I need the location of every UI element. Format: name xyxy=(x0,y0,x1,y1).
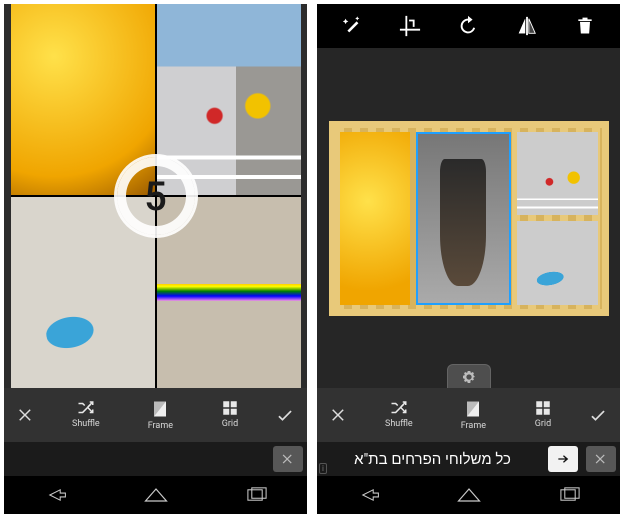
close-icon xyxy=(17,406,35,424)
grid-label: Grid xyxy=(222,419,238,429)
editor-canvas xyxy=(317,48,620,388)
grid-label: Grid xyxy=(535,419,551,429)
close-icon xyxy=(594,452,608,466)
magic-wand-button[interactable] xyxy=(332,6,372,46)
confirm-button[interactable] xyxy=(263,405,307,425)
frame-icon xyxy=(151,399,169,419)
editor-toolbar xyxy=(317,4,620,48)
flip-horizontal-icon xyxy=(515,15,539,37)
countdown-value: 5 xyxy=(144,173,167,220)
ad-bar xyxy=(4,442,307,476)
phone-screen-editor: Shuffle Frame Grid i כל משלוחי הפרחים בת… xyxy=(317,4,620,514)
trash-icon xyxy=(575,15,595,37)
shuffle-icon xyxy=(75,399,97,417)
nav-recent-button[interactable] xyxy=(545,482,595,508)
ad-bar: i כל משלוחי הפרחים בת"א xyxy=(317,442,620,476)
shuffle-label: Shuffle xyxy=(385,419,413,429)
close-icon xyxy=(281,452,295,466)
arrow-right-icon xyxy=(555,452,571,466)
nav-home-button[interactable] xyxy=(444,482,494,508)
collage-board[interactable] xyxy=(329,121,609,316)
collage-4up[interactable]: 5 xyxy=(11,4,301,388)
grid-icon xyxy=(221,399,239,417)
delete-button[interactable] xyxy=(565,6,605,46)
phone-screen-collage-picker: 5 Shuffle Frame Grid xyxy=(4,4,307,514)
nav-back-button[interactable] xyxy=(343,482,393,508)
rotate-icon xyxy=(457,15,479,37)
magic-wand-icon xyxy=(341,15,363,37)
cancel-button[interactable] xyxy=(4,406,48,424)
settings-pull-tab[interactable] xyxy=(447,364,491,388)
collage-canvas: 5 xyxy=(4,4,307,388)
ad-text[interactable]: כל משלוחי הפרחים בת"א xyxy=(317,450,548,468)
frame-button[interactable]: Frame xyxy=(461,399,486,431)
bottom-action-bar: Shuffle Frame Grid xyxy=(317,388,620,442)
ad-info-marker[interactable]: i xyxy=(319,463,327,474)
board-cell-0[interactable] xyxy=(340,132,410,305)
nav-back-button[interactable] xyxy=(30,482,80,508)
crop-icon xyxy=(399,15,421,37)
check-icon xyxy=(588,405,608,425)
grid-icon xyxy=(534,399,552,417)
frame-label: Frame xyxy=(461,421,486,431)
confirm-button[interactable] xyxy=(576,405,620,425)
check-icon xyxy=(275,405,295,425)
nav-home-button[interactable] xyxy=(131,482,181,508)
board-cell-2[interactable] xyxy=(517,132,598,216)
crop-button[interactable] xyxy=(390,6,430,46)
flip-button[interactable] xyxy=(507,6,547,46)
android-nav-bar xyxy=(4,476,307,514)
nav-recent-button[interactable] xyxy=(232,482,282,508)
close-icon xyxy=(330,406,348,424)
grid-button[interactable]: Grid xyxy=(534,399,552,431)
ad-go-button[interactable] xyxy=(548,446,578,472)
shuffle-button[interactable]: Shuffle xyxy=(385,399,413,431)
frame-icon xyxy=(464,399,482,419)
frame-label: Frame xyxy=(148,421,173,431)
shuffle-button[interactable]: Shuffle xyxy=(72,399,100,431)
bottom-action-bar: Shuffle Frame Grid xyxy=(4,388,307,442)
gear-icon xyxy=(461,369,477,385)
countdown-indicator: 5 xyxy=(114,154,198,238)
board-cell-1-selected[interactable] xyxy=(416,132,511,305)
board-cell-3[interactable] xyxy=(517,221,598,305)
shuffle-icon xyxy=(388,399,410,417)
shuffle-label: Shuffle xyxy=(72,419,100,429)
frame-button[interactable]: Frame xyxy=(148,399,173,431)
cancel-button[interactable] xyxy=(317,406,361,424)
android-nav-bar xyxy=(317,476,620,514)
grid-button[interactable]: Grid xyxy=(221,399,239,431)
ad-close-button[interactable] xyxy=(273,446,303,472)
rotate-button[interactable] xyxy=(448,6,488,46)
ad-close-button[interactable] xyxy=(586,446,616,472)
